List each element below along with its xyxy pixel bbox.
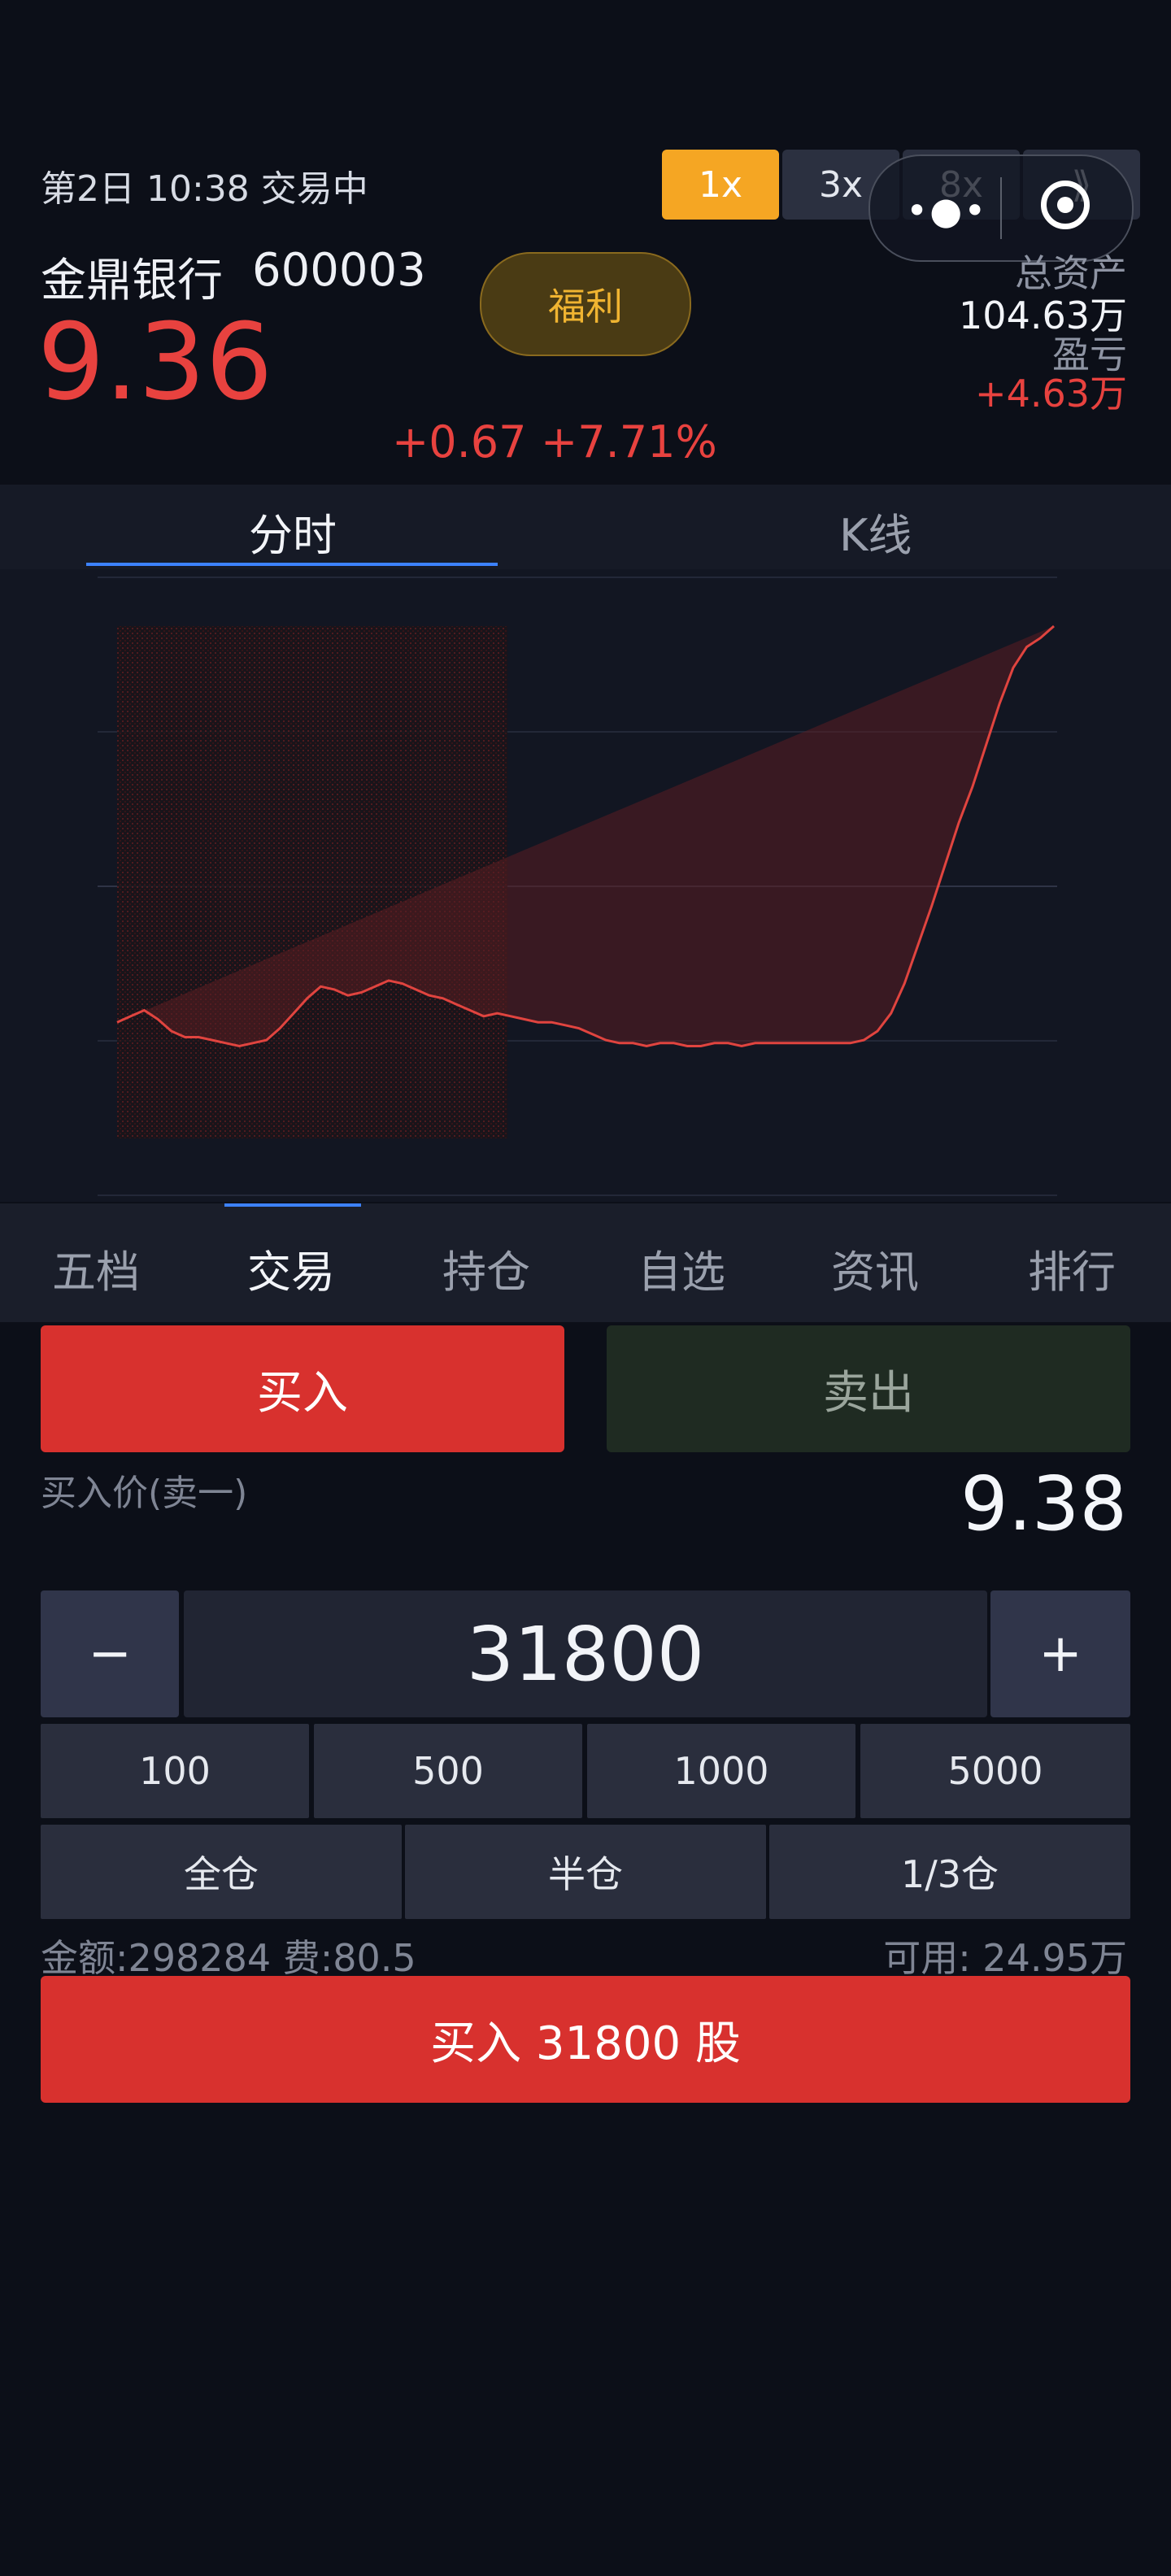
speed-1x-button[interactable]: 1x xyxy=(662,150,779,220)
chart-tab-bar: 分时 K线 xyxy=(0,485,1171,569)
stock-code: 600003 xyxy=(252,244,426,297)
position-full-button[interactable]: 全仓 xyxy=(41,1825,402,1919)
qty-preset-100[interactable]: 100 xyxy=(41,1724,309,1818)
price-change-percent: +7.71% xyxy=(541,416,717,468)
pnl-value: +4.63万 xyxy=(975,372,1127,416)
submit-buy-button[interactable]: 买入 31800 股 xyxy=(41,1976,1130,2103)
position-half-button[interactable]: 半仓 xyxy=(405,1825,766,1919)
tab-order-book[interactable]: 五档 xyxy=(52,1236,140,1300)
close-target-icon[interactable] xyxy=(1041,181,1090,229)
buy-mode-button[interactable]: 买入 xyxy=(41,1325,564,1452)
active-chart-tab-indicator xyxy=(86,563,498,566)
tab-ranking[interactable]: 排行 xyxy=(1028,1236,1116,1300)
stock-price: 9.36 xyxy=(37,300,273,424)
qty-preset-500[interactable]: 500 xyxy=(314,1724,582,1818)
buy-price-label: 买入价(卖一) xyxy=(41,1473,248,1514)
tab-positions[interactable]: 持仓 xyxy=(442,1236,530,1300)
welfare-button[interactable]: 福利 xyxy=(480,252,691,356)
tab-intraday[interactable]: 分时 xyxy=(249,499,337,564)
tab-kline[interactable]: K线 xyxy=(839,499,912,564)
more-dots-icon[interactable]: •●• xyxy=(906,189,987,233)
qty-preset-5000[interactable]: 5000 xyxy=(860,1724,1130,1818)
available-funds-text: 可用: 24.95万 xyxy=(883,1936,1127,1980)
capsule-divider xyxy=(1000,177,1002,239)
tab-trade[interactable]: 交易 xyxy=(247,1236,335,1300)
active-trade-tab-indicator xyxy=(224,1203,361,1207)
tab-watchlist[interactable]: 自选 xyxy=(638,1236,725,1300)
quantity-decrease-button[interactable]: − xyxy=(41,1590,179,1717)
intraday-chart-svg xyxy=(98,577,1057,1196)
quantity-increase-button[interactable]: + xyxy=(990,1590,1130,1717)
trading-status-text: 第2日 10:38 交易中 xyxy=(41,168,368,210)
tab-news[interactable]: 资讯 xyxy=(831,1236,919,1300)
order-amount-fee-text: 金额:298284 费:80.5 xyxy=(41,1936,416,1980)
quantity-input[interactable]: 31800 xyxy=(184,1590,987,1717)
qty-preset-1000[interactable]: 1000 xyxy=(587,1724,855,1818)
price-change-absolute: +0.67 xyxy=(392,416,527,468)
position-third-button[interactable]: 1/3仓 xyxy=(769,1825,1130,1919)
trade-panel-tabs: 五档 交易 持仓 自选 资讯 排行 xyxy=(0,1203,1171,1322)
buy-price-value: 9.38 xyxy=(960,1460,1127,1547)
sell-mode-button[interactable]: 卖出 xyxy=(607,1325,1130,1452)
intraday-chart xyxy=(0,569,1171,1202)
